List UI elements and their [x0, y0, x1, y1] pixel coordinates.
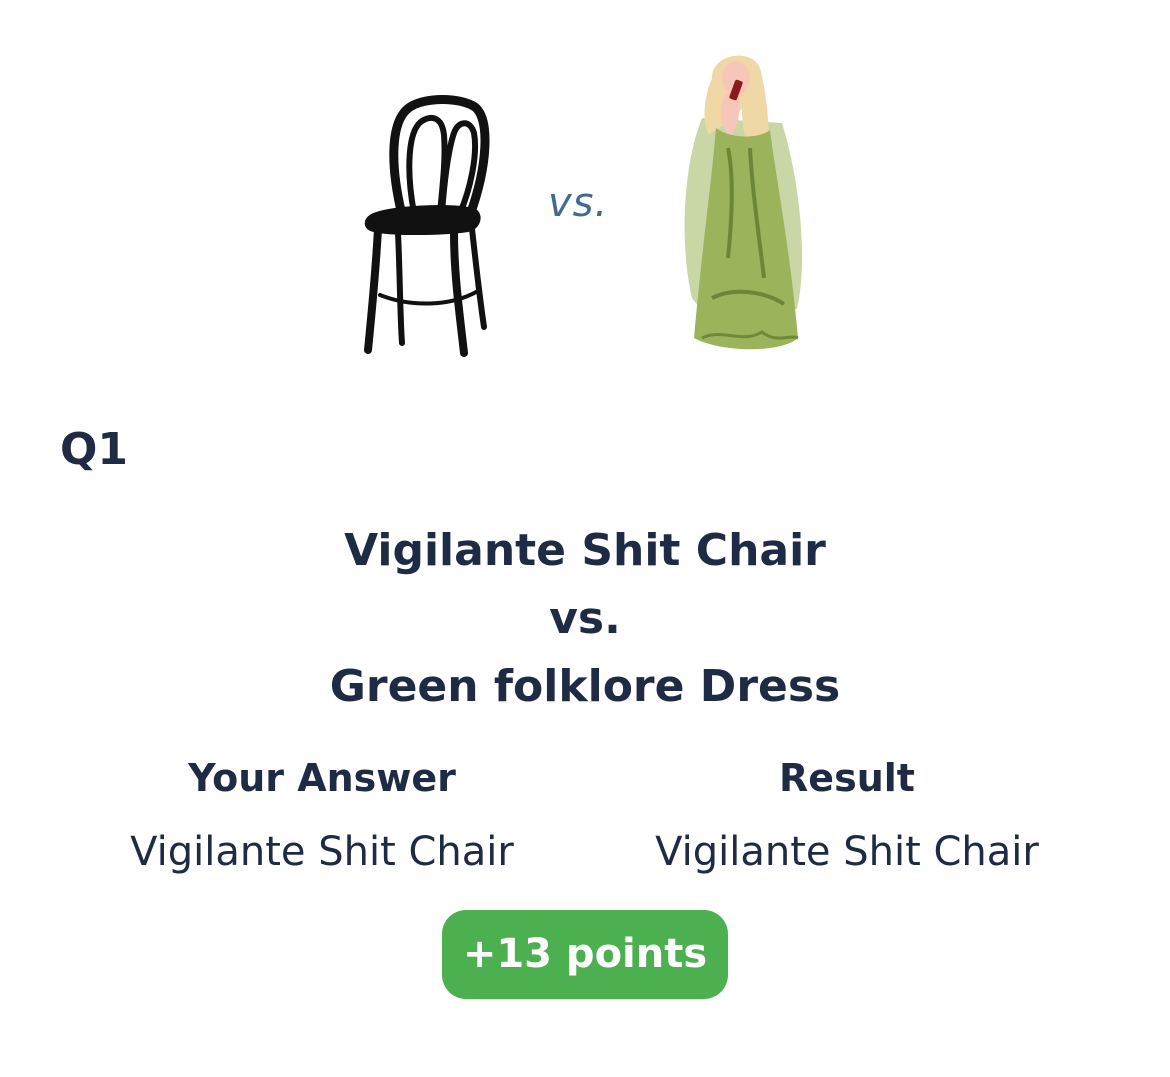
matchup-illustration: vs. [0, 40, 1170, 370]
question-title: Vigilante Shit Chair vs. Green folklore … [0, 517, 1170, 721]
vs-divider-label: vs. [549, 593, 621, 644]
result-column: Result Vigilante Shit Chair [597, 752, 1097, 878]
option-a-label: Vigilante Shit Chair [344, 525, 826, 576]
vs-label: vs. [548, 180, 609, 226]
chair-icon [364, 95, 490, 357]
question-number: Q1 [60, 424, 129, 475]
result-value: Vigilante Shit Chair [655, 829, 1039, 875]
your-answer-value: Vigilante Shit Chair [130, 829, 514, 875]
result-heading: Result [779, 756, 915, 800]
your-answer-heading: Your Answer [188, 756, 456, 800]
points-badge: +13 points [442, 910, 728, 999]
green-dress-icon [684, 55, 802, 350]
your-answer-column: Your Answer Vigilante Shit Chair [72, 752, 572, 878]
option-b-label: Green folklore Dress [329, 661, 841, 712]
